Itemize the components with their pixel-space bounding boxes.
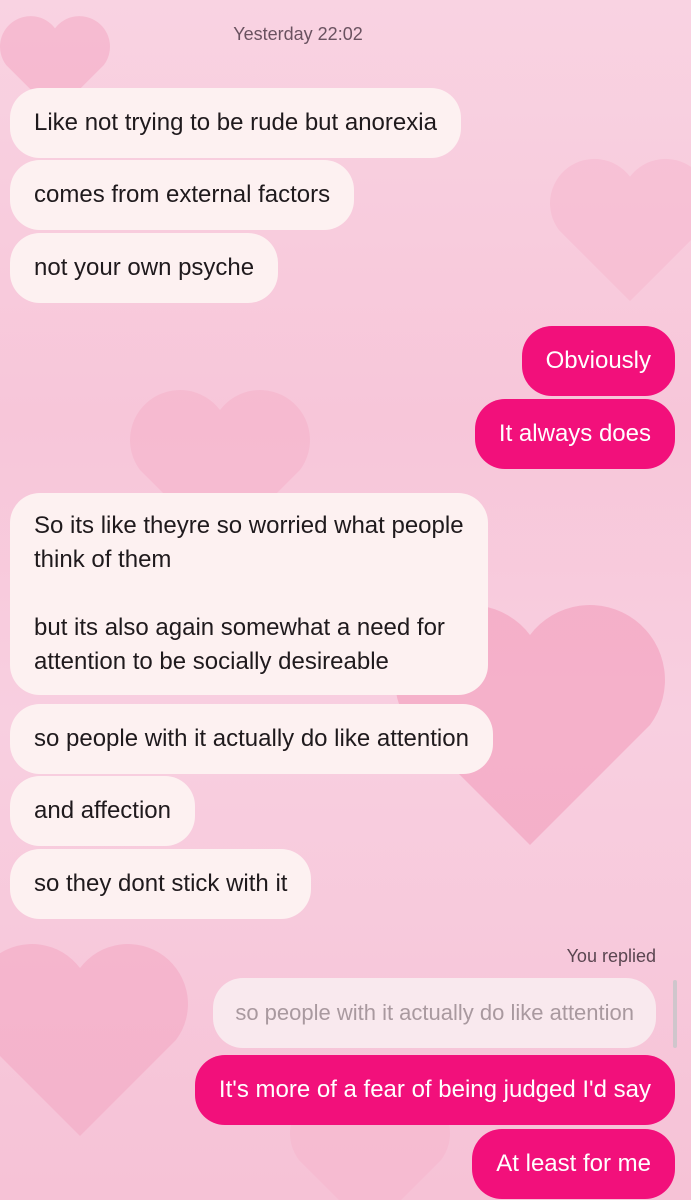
outgoing-message[interactable]: Obviously bbox=[521, 326, 675, 396]
incoming-message[interactable]: so people with it actually do like atten… bbox=[10, 704, 493, 774]
incoming-message[interactable]: not your own psyche bbox=[10, 233, 279, 303]
chat-thread: Yesterday 22:02 Like not trying to be ru… bbox=[0, 0, 691, 1200]
message-timestamp: Yesterday 22:02 bbox=[233, 24, 363, 44]
outgoing-message[interactable]: It always does bbox=[474, 399, 675, 469]
reply-indicator-bar bbox=[673, 980, 677, 1048]
incoming-message[interactable]: and affection bbox=[10, 776, 196, 846]
quoted-reply-preview[interactable]: so people with it actually do like atten… bbox=[213, 978, 656, 1048]
incoming-message[interactable]: So its like theyre so worried what peopl… bbox=[10, 493, 488, 695]
incoming-message[interactable]: comes from external factors bbox=[10, 160, 355, 230]
incoming-message[interactable]: Like not trying to be rude but anorexia bbox=[10, 88, 461, 158]
outgoing-message[interactable]: It's more of a fear of being judged I'd … bbox=[194, 1055, 675, 1125]
replied-label: You replied bbox=[566, 946, 656, 966]
outgoing-message[interactable]: At least for me bbox=[472, 1129, 675, 1199]
incoming-message[interactable]: so they dont stick with it bbox=[10, 849, 312, 919]
